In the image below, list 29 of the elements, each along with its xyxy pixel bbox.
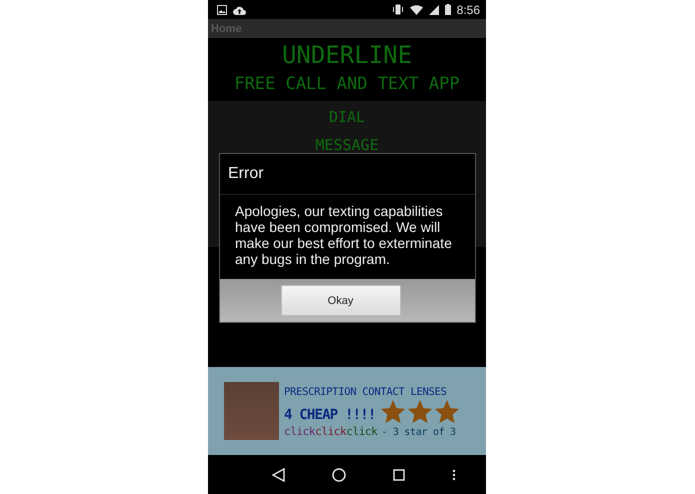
cloud-upload-icon <box>233 4 246 14</box>
battery-icon <box>444 4 451 15</box>
menu-item[interactable]: MESSAGE <box>315 134 379 156</box>
ad-headline: PRESCRIPTION CONTACT LENSES <box>284 384 448 398</box>
ad-click-word: click <box>315 424 346 438</box>
recents-icon[interactable] <box>393 468 406 480</box>
dialog-message: Apologies, our texting capabilities have been compromised. We will make our best effort to exterminate any bugs in the program. <box>234 202 453 269</box>
menu-item[interactable]: DIAL <box>328 106 366 128</box>
okay-button[interactable]: Okay <box>280 285 400 316</box>
app-title: UNDERLINE <box>282 41 412 69</box>
ad-banner[interactable]: PRESCRIPTION CONTACT LENSES 4 CHEAP !!!! clickclickclick - 3 star of 3 <box>208 367 486 455</box>
ad-offer: 4 CHEAP !!!! <box>284 406 376 424</box>
back-icon[interactable] <box>272 468 285 482</box>
clock-time: 8:56 <box>456 2 480 16</box>
star-icon <box>434 398 460 424</box>
dialog-title: Error <box>220 154 475 195</box>
image-icon <box>217 4 227 14</box>
photo-placeholder <box>224 382 279 440</box>
more-icon[interactable] <box>452 468 456 480</box>
app-subtitle: FREE CALL AND TEXT APP <box>234 73 460 95</box>
star-icon <box>406 398 433 424</box>
star-icon <box>380 398 406 424</box>
wifi-icon <box>410 4 423 14</box>
ad-click-word: click <box>284 424 316 438</box>
signal-icon <box>428 4 439 14</box>
ad-rating: - 3 star of 3 <box>381 426 456 438</box>
ad-click-word: click <box>346 424 378 438</box>
home-icon[interactable] <box>332 468 346 482</box>
vibrate-icon <box>392 4 404 15</box>
